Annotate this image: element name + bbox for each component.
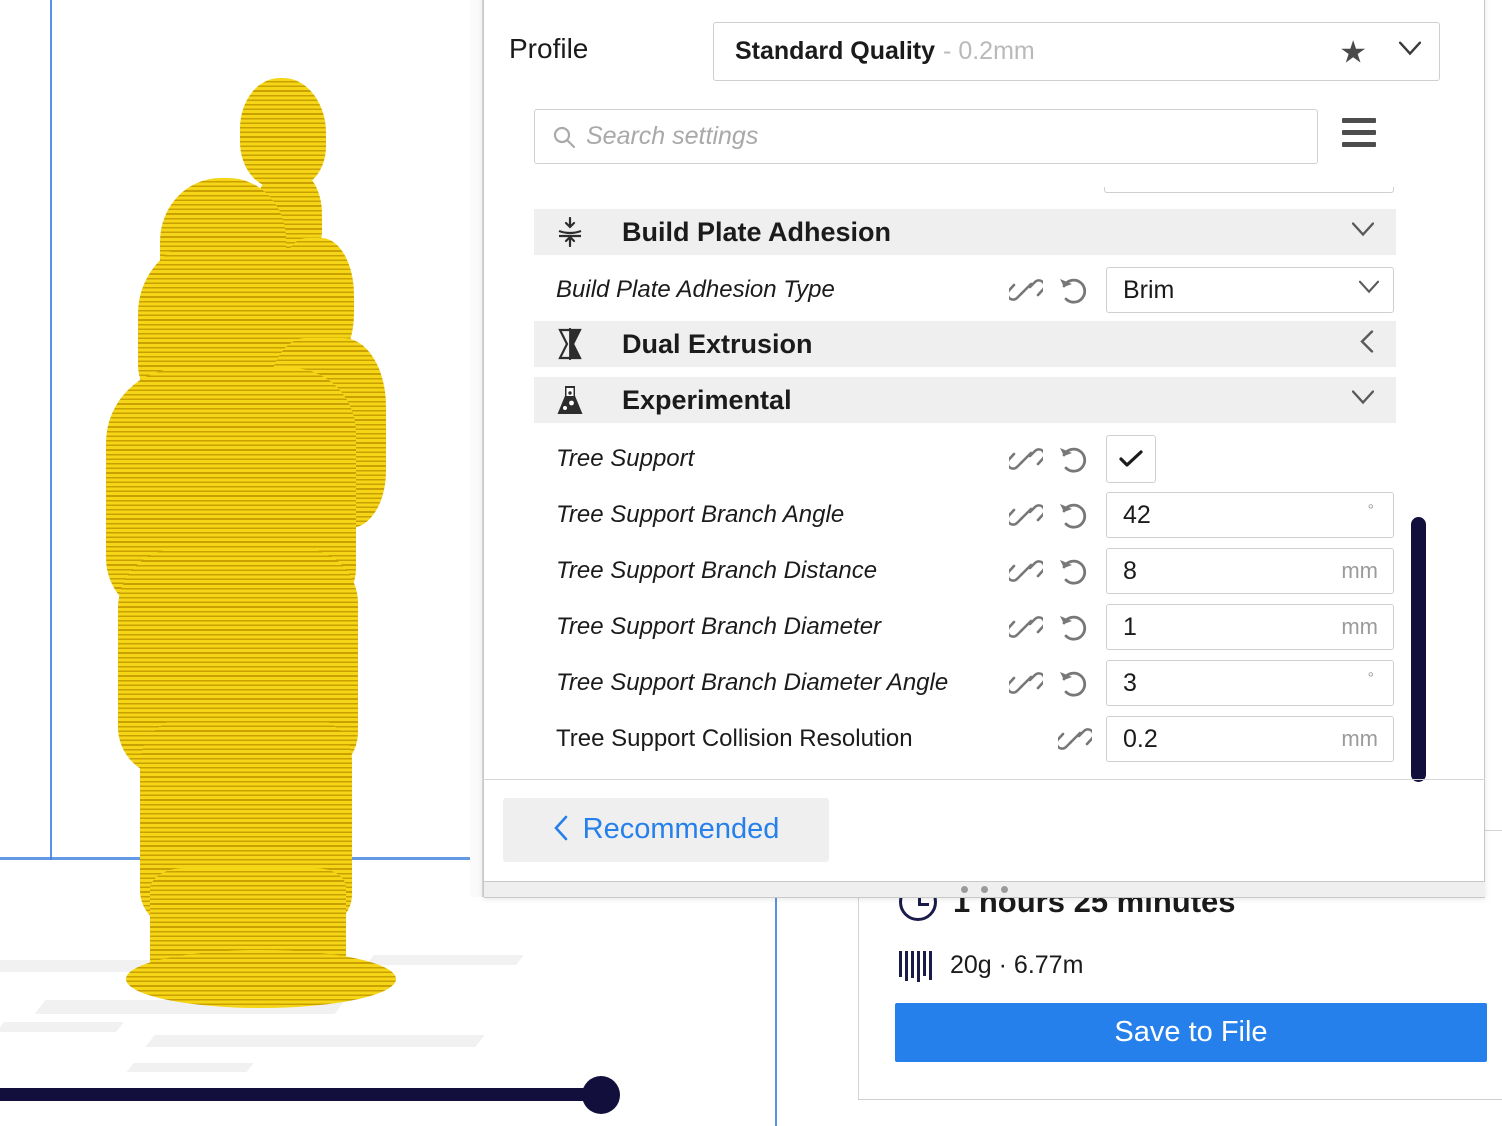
profile-layer-height: - 0.2mm <box>943 37 1035 65</box>
save-to-file-button[interactable]: Save to File <box>895 1003 1487 1062</box>
recommended-button-label: Recommended <box>582 812 780 845</box>
category-build-plate-adhesion[interactable]: Build Plate Adhesion <box>534 209 1396 255</box>
recommended-mode-button[interactable]: Recommended <box>503 798 829 860</box>
setting-unit: ° <box>1367 670 1374 687</box>
link-icon[interactable] <box>1006 275 1046 305</box>
setting-row-build-plate-adhesion-type: Build Plate Adhesion Type Brim <box>534 262 1396 318</box>
viewport-axis-line-left <box>50 0 52 860</box>
setting-value: 42 <box>1123 500 1151 529</box>
setting-row-tree-support-branch-diameter-angle: Tree Support Branch Diameter Angle 3 ° <box>534 655 1396 711</box>
chevron-left-icon[interactable] <box>1360 330 1374 358</box>
link-icon[interactable] <box>1006 668 1046 698</box>
setting-row-tree-support-branch-diameter: Tree Support Branch Diameter 1 mm <box>534 599 1396 655</box>
profile-select[interactable]: Standard Quality - 0.2mm ★ <box>713 22 1440 81</box>
setting-value: Brim <box>1123 275 1175 304</box>
setting-label: Tree Support Branch Diameter <box>556 613 882 640</box>
setting-row-tree-support: Tree Support <box>534 431 1396 487</box>
category-dual-extrusion[interactable]: Dual Extrusion <box>534 321 1396 367</box>
category-title: Dual Extrusion <box>622 328 813 359</box>
chevron-down-icon[interactable] <box>1351 390 1375 410</box>
setting-label: Build Plate Adhesion Type <box>556 276 835 303</box>
search-icon <box>552 125 576 149</box>
build-plate-adhesion-icon <box>550 217 590 247</box>
revert-icon[interactable] <box>1058 275 1091 305</box>
setting-value-input[interactable]: 1 mm <box>1106 604 1394 650</box>
profile-name: Standard Quality <box>735 37 936 65</box>
link-icon[interactable] <box>1006 500 1046 530</box>
setting-row-tree-support-branch-angle: Tree Support Branch Angle 42 ° <box>534 487 1396 543</box>
plate-smudge <box>0 1022 124 1032</box>
setting-value-input[interactable]: 8 mm <box>1106 548 1394 594</box>
setting-unit: mm <box>1341 558 1378 583</box>
sliced-model[interactable] <box>88 78 418 1008</box>
revert-icon[interactable] <box>1058 668 1091 698</box>
search-input[interactable] <box>586 122 1307 151</box>
custom-settings-panel: Profile Standard Quality - 0.2mm ★ Searc… <box>483 0 1485 897</box>
star-icon[interactable]: ★ <box>1339 36 1367 67</box>
panel-left-strip <box>470 0 483 897</box>
link-icon[interactable] <box>1006 556 1046 586</box>
hamburger-menu-icon[interactable] <box>1342 118 1376 154</box>
category-title: Experimental <box>622 384 792 415</box>
setting-label: Tree Support Branch Diameter Angle <box>556 669 949 696</box>
experimental-flask-icon <box>550 385 590 415</box>
search-settings-box[interactable] <box>534 109 1318 164</box>
settings-vertical-scrollbar[interactable] <box>1411 517 1426 782</box>
link-icon[interactable] <box>1055 724 1095 754</box>
setting-value: 3 <box>1123 668 1137 697</box>
material-usage-row: 20g · 6.77m <box>899 948 1083 982</box>
layer-slider-track[interactable] <box>0 1088 602 1101</box>
revert-icon[interactable] <box>1058 556 1091 586</box>
previous-setting-field-clipped[interactable] <box>1104 187 1394 193</box>
link-icon[interactable] <box>1006 444 1046 474</box>
model-brim <box>126 950 396 1008</box>
chevron-down-icon[interactable] <box>1399 41 1421 61</box>
settings-list-divider <box>483 779 1485 780</box>
chevron-down-icon[interactable] <box>1358 280 1380 299</box>
layer-slider-handle[interactable] <box>582 1076 620 1114</box>
filament-spool-icon <box>899 948 933 982</box>
plate-smudge <box>126 1063 254 1072</box>
setting-value: 8 <box>1123 556 1137 585</box>
setting-label: Tree Support <box>556 445 695 472</box>
profile-row: Profile Standard Quality - 0.2mm ★ <box>484 0 1484 92</box>
setting-unit: ° <box>1367 502 1374 519</box>
setting-value: 0.2 <box>1123 724 1158 753</box>
setting-unit: mm <box>1341 726 1378 751</box>
setting-label: Tree Support Branch Distance <box>556 557 878 584</box>
link-icon[interactable] <box>1006 612 1046 642</box>
setting-value-dropdown[interactable]: Brim <box>1106 267 1394 313</box>
material-usage-text: 20g · 6.77m <box>950 950 1084 979</box>
chevron-down-icon[interactable] <box>1351 222 1375 242</box>
revert-icon[interactable] <box>1058 500 1091 530</box>
chevron-left-icon <box>553 815 569 844</box>
revert-icon[interactable] <box>1058 612 1091 642</box>
dual-extrusion-icon <box>550 328 590 360</box>
revert-icon[interactable] <box>1058 444 1091 474</box>
settings-list[interactable]: Build Plate Adhesion Build Plate Adhesio… <box>534 187 1474 769</box>
panel-resize-grip[interactable] <box>484 881 1485 898</box>
setting-row-tree-support-branch-distance: Tree Support Branch Distance 8 mm <box>534 543 1396 599</box>
plate-smudge <box>145 1035 485 1047</box>
setting-unit: mm <box>1341 614 1378 639</box>
setting-label: Tree Support Collision Resolution <box>556 725 913 752</box>
setting-value-input[interactable]: 42 ° <box>1106 492 1394 538</box>
setting-row-tree-support-collision-resolution: Tree Support Collision Resolution 0.2 mm <box>534 711 1396 767</box>
setting-value-input[interactable]: 3 ° <box>1106 660 1394 706</box>
setting-value-input[interactable]: 0.2 mm <box>1106 716 1394 762</box>
setting-label: Tree Support Branch Angle <box>556 501 845 528</box>
category-experimental[interactable]: Experimental <box>534 377 1396 423</box>
setting-value-checkbox[interactable] <box>1106 435 1156 483</box>
category-title: Build Plate Adhesion <box>622 216 892 247</box>
setting-value: 1 <box>1123 612 1137 641</box>
profile-label: Profile <box>509 33 589 64</box>
